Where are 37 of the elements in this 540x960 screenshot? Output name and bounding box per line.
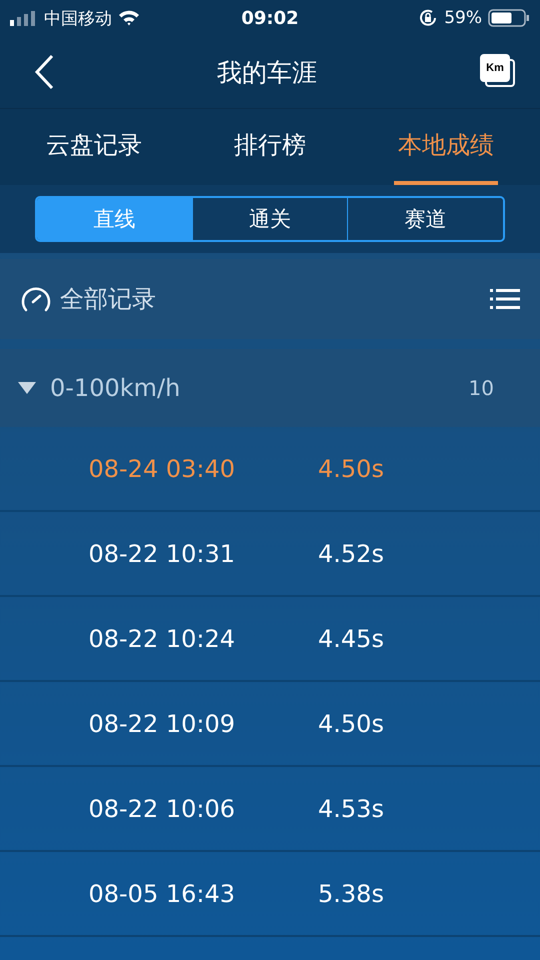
record-row[interactable]: 08-24 03:40 4.50s [0, 427, 540, 512]
record-result: 4.53s [318, 794, 384, 822]
record-row[interactable]: 08-05 16:43 5.38s [0, 852, 540, 937]
record-count: 10 [468, 376, 495, 400]
record-row[interactable]: 08-22 10:31 4.52s [0, 512, 540, 597]
battery-icon [488, 9, 530, 27]
signal-icon [10, 10, 38, 26]
collapse-triangle-icon[interactable] [18, 381, 36, 395]
record-time: 08-22 10:09 [87, 710, 235, 738]
tab[interactable]: 排行榜 [230, 109, 310, 185]
page-title: 我的车涯 [217, 56, 317, 88]
wifi-icon [118, 10, 140, 26]
record-result: 4.50s [318, 710, 384, 738]
speedometer-icon [20, 285, 52, 313]
back-chevron-icon [34, 54, 54, 90]
record-row[interactable]: 08-22 10:09 4.50s [0, 682, 540, 767]
record-result: 5.38s [318, 880, 384, 908]
record-result: 4.45s [318, 624, 384, 652]
record-result: 4.52s [318, 540, 384, 568]
record-time: 08-24 03:40 [87, 454, 235, 482]
back-button[interactable] [34, 54, 54, 90]
clock-time: 09:02 [241, 8, 299, 28]
record-time: 08-22 10:24 [87, 624, 235, 652]
record-time: 08-22 10:06 [87, 794, 235, 822]
record-row[interactable]: 08-22 10:24 4.45s [0, 597, 540, 682]
segment-button[interactable]: 赛道 [347, 198, 503, 240]
list-menu-icon[interactable] [490, 288, 520, 310]
record-result: 4.50s [318, 454, 384, 482]
carrier-name: 中国移动 [44, 8, 112, 30]
battery-percent: 59% [444, 8, 482, 28]
filter-label[interactable]: 全部记录 [60, 283, 156, 315]
record-time: 08-22 10:31 [87, 540, 235, 568]
group-title[interactable]: 0-100km/h [50, 374, 180, 402]
record-row[interactable]: 08-22 10:06 4.53s [0, 767, 540, 852]
rotation-lock-icon [418, 8, 438, 28]
tab[interactable]: 云盘记录 [42, 109, 146, 185]
record-time: 08-05 16:43 [87, 880, 235, 908]
